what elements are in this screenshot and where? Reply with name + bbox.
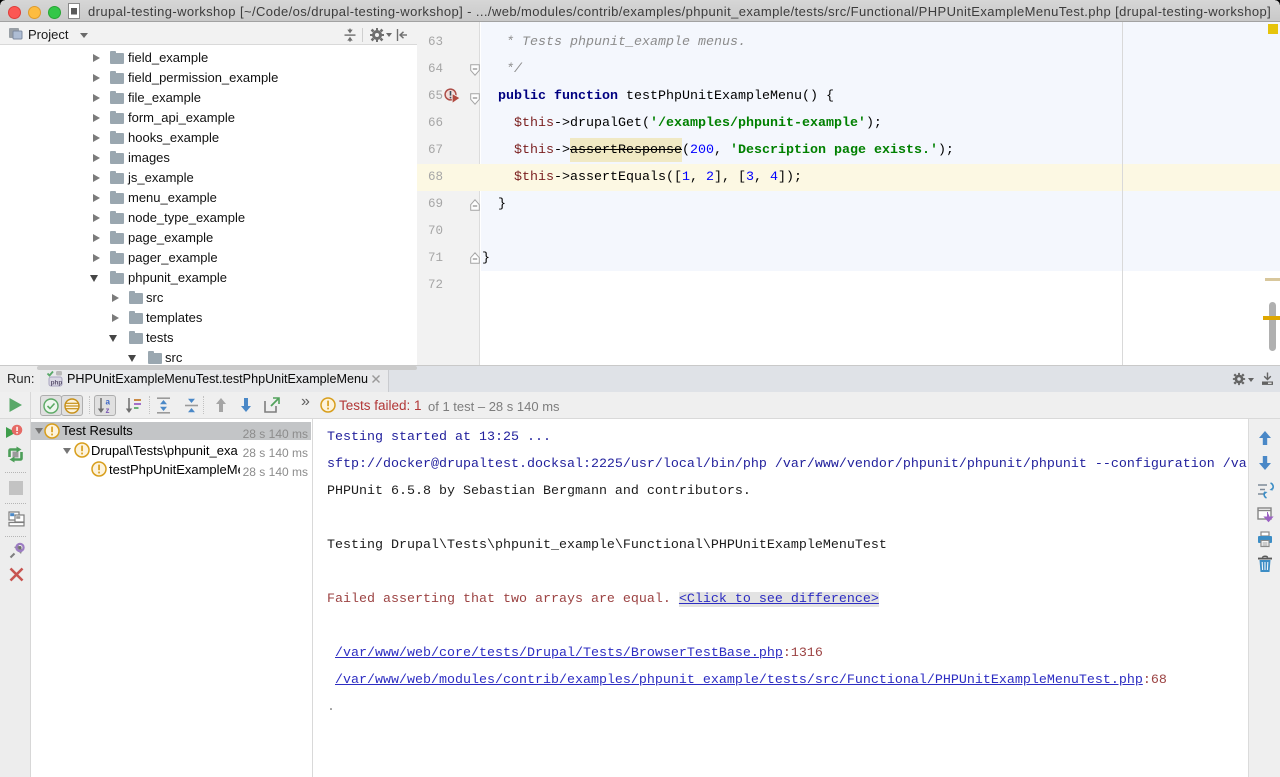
svg-text:php: php — [51, 379, 63, 386]
svg-text:z: z — [106, 406, 110, 414]
